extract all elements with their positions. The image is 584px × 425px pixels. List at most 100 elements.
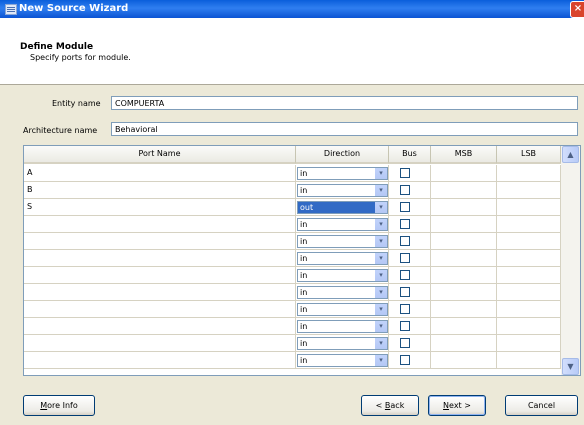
next-button[interactable]: Next > xyxy=(428,395,486,416)
direction-select[interactable]: in ▾ xyxy=(297,218,388,231)
bus-cell xyxy=(389,301,431,318)
scroll-up-icon[interactable]: ▲ xyxy=(562,146,579,163)
port-name-cell[interactable] xyxy=(24,250,296,267)
lsb-cell[interactable] xyxy=(497,301,561,318)
chevron-down-icon[interactable]: ▾ xyxy=(375,219,387,230)
direction-select[interactable]: in ▾ xyxy=(297,303,388,316)
page-subtitle: Specify ports for module. xyxy=(30,53,131,62)
chevron-down-icon[interactable]: ▾ xyxy=(375,270,387,281)
direction-value: in xyxy=(300,305,308,314)
bus-checkbox[interactable] xyxy=(400,168,410,178)
lsb-cell[interactable] xyxy=(497,352,561,369)
port-name-cell[interactable] xyxy=(24,318,296,335)
direction-select[interactable]: in ▾ xyxy=(297,337,388,350)
chevron-down-icon[interactable]: ▾ xyxy=(375,338,387,349)
chevron-down-icon[interactable]: ▾ xyxy=(375,202,387,213)
chevron-down-icon[interactable]: ▾ xyxy=(375,236,387,247)
chevron-down-icon[interactable]: ▾ xyxy=(375,253,387,264)
direction-select[interactable]: in ▾ xyxy=(297,269,388,282)
chevron-down-icon[interactable]: ▾ xyxy=(375,168,387,179)
lsb-cell[interactable] xyxy=(497,250,561,267)
bus-checkbox[interactable] xyxy=(400,236,410,246)
port-name-cell[interactable] xyxy=(24,216,296,233)
msb-cell[interactable] xyxy=(431,182,497,199)
port-name-cell[interactable]: A xyxy=(24,165,296,182)
bus-checkbox[interactable] xyxy=(400,338,410,348)
column-direction[interactable]: Direction xyxy=(296,146,389,164)
direction-value: in xyxy=(300,220,308,229)
table-row: in ▾ xyxy=(24,318,561,335)
chevron-down-icon[interactable]: ▾ xyxy=(375,287,387,298)
entity-name-input[interactable]: COMPUERTA xyxy=(111,96,578,110)
bus-cell xyxy=(389,352,431,369)
port-name-cell[interactable] xyxy=(24,301,296,318)
scroll-down-icon[interactable]: ▼ xyxy=(562,358,579,375)
port-name-cell[interactable]: S xyxy=(24,199,296,216)
column-bus[interactable]: Bus xyxy=(389,146,431,164)
bus-checkbox[interactable] xyxy=(400,253,410,263)
lsb-cell[interactable] xyxy=(497,216,561,233)
direction-select[interactable]: in ▾ xyxy=(297,167,388,180)
bus-checkbox[interactable] xyxy=(400,321,410,331)
table-row: in ▾ xyxy=(24,301,561,318)
direction-select[interactable]: in ▾ xyxy=(297,286,388,299)
lsb-cell[interactable] xyxy=(497,267,561,284)
msb-cell[interactable] xyxy=(431,335,497,352)
lsb-cell[interactable] xyxy=(497,284,561,301)
direction-select[interactable]: in ▾ xyxy=(297,184,388,197)
msb-cell[interactable] xyxy=(431,352,497,369)
table-header: Port Name Direction Bus MSB LSB xyxy=(24,146,561,165)
msb-cell[interactable] xyxy=(431,165,497,182)
lsb-cell[interactable] xyxy=(497,318,561,335)
msb-cell[interactable] xyxy=(431,216,497,233)
bus-checkbox[interactable] xyxy=(400,287,410,297)
bus-checkbox[interactable] xyxy=(400,355,410,365)
msb-cell[interactable] xyxy=(431,199,497,216)
msb-cell[interactable] xyxy=(431,250,497,267)
lsb-cell[interactable] xyxy=(497,165,561,182)
bus-checkbox[interactable] xyxy=(400,304,410,314)
port-name-cell[interactable] xyxy=(24,233,296,250)
lsb-cell[interactable] xyxy=(497,199,561,216)
chevron-down-icon[interactable]: ▾ xyxy=(375,304,387,315)
bus-cell xyxy=(389,318,431,335)
msb-cell[interactable] xyxy=(431,233,497,250)
architecture-name-input[interactable]: Behavioral xyxy=(111,122,578,136)
title-bar: New Source Wizard × xyxy=(0,0,584,18)
table-row: in ▾ xyxy=(24,216,561,233)
port-name-cell[interactable] xyxy=(24,284,296,301)
column-port-name[interactable]: Port Name xyxy=(24,146,296,164)
direction-value: in xyxy=(300,288,308,297)
column-lsb[interactable]: LSB xyxy=(497,146,561,164)
direction-select[interactable]: in ▾ xyxy=(297,354,388,367)
chevron-down-icon[interactable]: ▾ xyxy=(375,321,387,332)
msb-cell[interactable] xyxy=(431,301,497,318)
direction-select[interactable]: in ▾ xyxy=(297,235,388,248)
port-name-cell[interactable] xyxy=(24,267,296,284)
vertical-scrollbar[interactable]: ▲ ▼ xyxy=(561,146,580,375)
column-msb[interactable]: MSB xyxy=(431,146,497,164)
msb-cell[interactable] xyxy=(431,284,497,301)
bus-checkbox[interactable] xyxy=(400,219,410,229)
cancel-button[interactable]: Cancel xyxy=(505,395,578,416)
port-name-cell[interactable] xyxy=(24,335,296,352)
bus-checkbox[interactable] xyxy=(400,185,410,195)
port-name-cell[interactable]: B xyxy=(24,182,296,199)
lsb-cell[interactable] xyxy=(497,182,561,199)
chevron-down-icon[interactable]: ▾ xyxy=(375,185,387,196)
msb-cell[interactable] xyxy=(431,318,497,335)
direction-select[interactable]: out ▾ xyxy=(297,201,388,214)
msb-cell[interactable] xyxy=(431,267,497,284)
more-info-button[interactable]: More Info xyxy=(23,395,95,416)
back-button[interactable]: < Back xyxy=(361,395,419,416)
chevron-down-icon[interactable]: ▾ xyxy=(375,355,387,366)
bus-checkbox[interactable] xyxy=(400,202,410,212)
port-name-cell[interactable] xyxy=(24,352,296,369)
lsb-cell[interactable] xyxy=(497,233,561,250)
direction-select[interactable]: in ▾ xyxy=(297,320,388,333)
direction-value: in xyxy=(300,237,308,246)
direction-select[interactable]: in ▾ xyxy=(297,252,388,265)
bus-checkbox[interactable] xyxy=(400,270,410,280)
lsb-cell[interactable] xyxy=(497,335,561,352)
close-button[interactable]: × xyxy=(570,1,584,18)
